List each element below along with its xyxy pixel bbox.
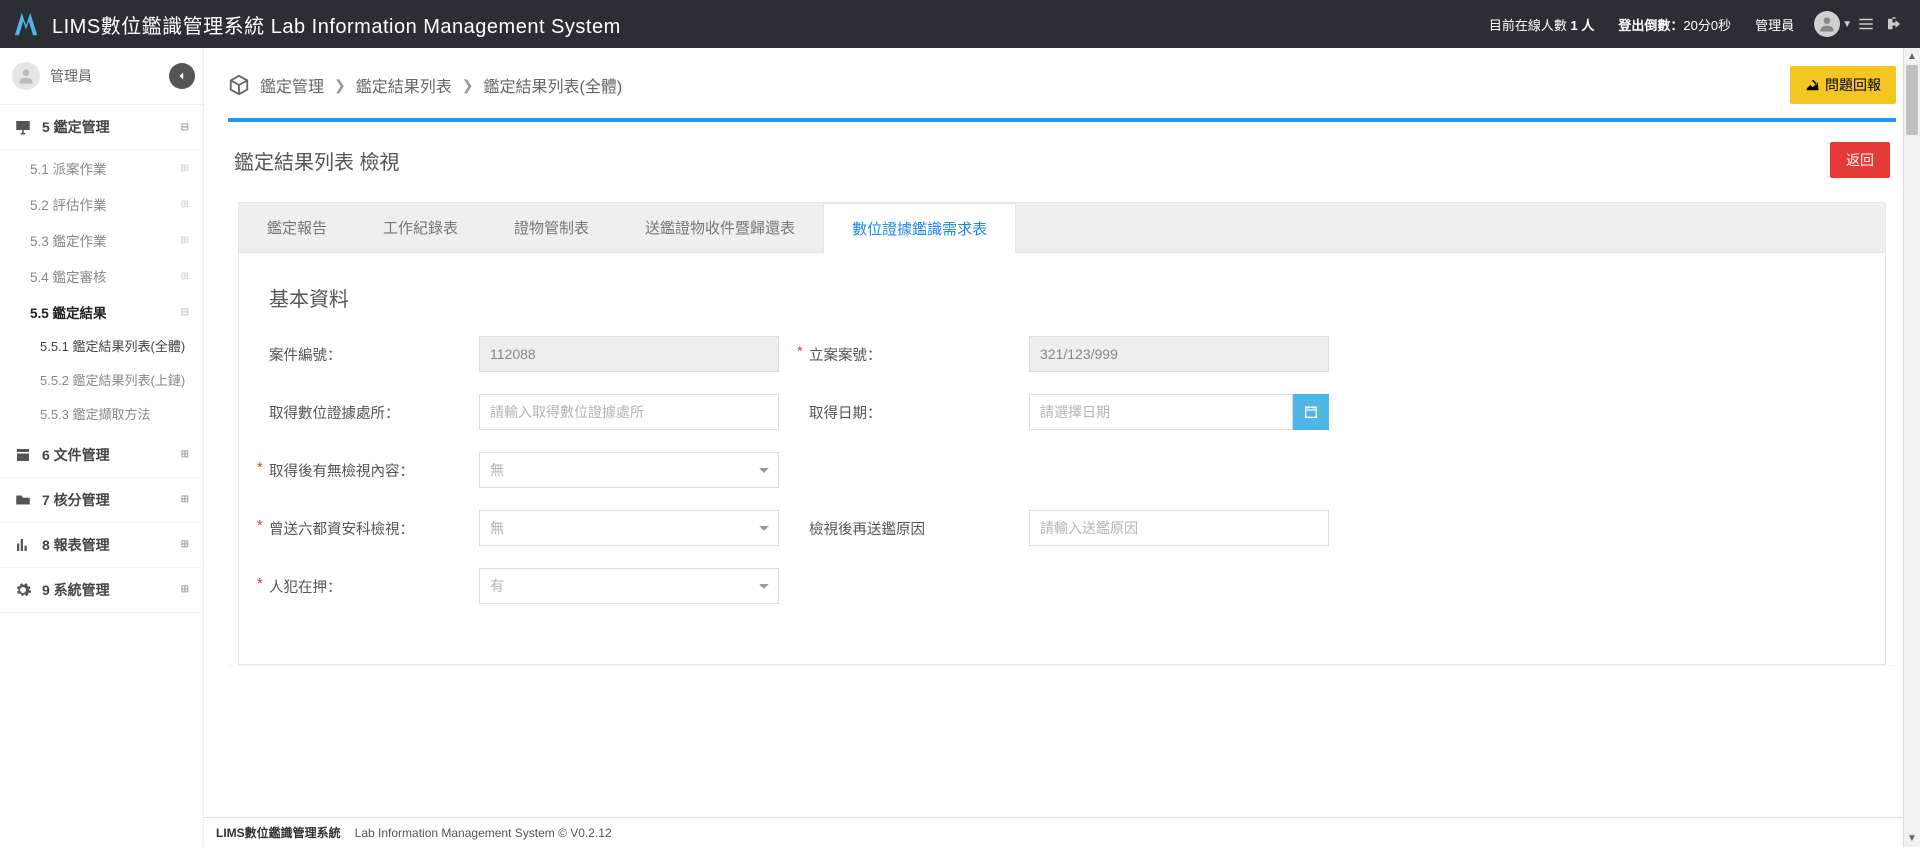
avatar-icon bbox=[12, 62, 40, 90]
footer-brand: LIMS數位鑑識管理系統 bbox=[216, 824, 341, 841]
chevron-right-icon: ❯ bbox=[334, 77, 346, 94]
tab-worklog[interactable]: 工作紀錄表 bbox=[355, 203, 486, 252]
online-users: 目前在線人數 1 人 bbox=[1489, 15, 1594, 34]
nav-section-9-label: 9 系統管理 bbox=[42, 580, 110, 600]
select-sent6[interactable]: 無 bbox=[479, 510, 779, 546]
plus-icon: ⊞ bbox=[181, 584, 189, 595]
input-evidence-place[interactable] bbox=[479, 394, 779, 430]
topbar: LIMS數位鑑識管理系統 Lab Information Management … bbox=[0, 0, 1920, 48]
chart-icon bbox=[14, 536, 34, 554]
input-resend-reason[interactable] bbox=[1029, 510, 1329, 546]
tab-receive-return[interactable]: 送鑑證物收件暨歸還表 bbox=[617, 203, 823, 252]
label-evidence-place: 取得數位證據處所： bbox=[269, 394, 449, 423]
plus-icon: ⊞ bbox=[181, 449, 189, 460]
plus-icon: ⊞ bbox=[181, 163, 189, 174]
scroll-up-icon[interactable]: ▲ bbox=[1904, 48, 1920, 65]
panel-title: 鑑定結果列表 檢視 bbox=[234, 146, 400, 175]
label-sent6: 曾送六都資安科檢視： bbox=[269, 510, 449, 539]
breadcrumb-b[interactable]: 鑑定結果列表 bbox=[356, 73, 452, 97]
nav-item-5-3[interactable]: 5.3 鑑定作業⊞ bbox=[0, 222, 203, 258]
menu-icon[interactable] bbox=[1852, 15, 1880, 33]
main: 鑑定管理 ❯ 鑑定結果列表 ❯ 鑑定結果列表(全體) 問題回報 鑑定結果列表 檢… bbox=[204, 48, 1920, 847]
file-icon bbox=[14, 446, 34, 464]
input-filed-no bbox=[1029, 336, 1329, 372]
issue-report-button[interactable]: 問題回報 bbox=[1790, 66, 1896, 104]
sidebar-collapse-button[interactable] bbox=[169, 63, 195, 89]
user-menu[interactable] bbox=[1814, 11, 1840, 37]
nav-section-6-label: 6 文件管理 bbox=[42, 445, 110, 465]
plus-icon: ⊞ bbox=[181, 199, 189, 210]
plus-icon: ⊞ bbox=[181, 539, 189, 550]
app-logo bbox=[12, 10, 40, 38]
panel: 鑑定結果列表 檢視 返回 鑑定報告 工作紀錄表 證物管制表 送鑑證物收件暨歸還表… bbox=[228, 118, 1896, 665]
label-filed-no: 立案案號： bbox=[809, 336, 999, 365]
plus-icon: ⊞ bbox=[181, 494, 189, 505]
nav-section-8[interactable]: 8 報表管理 ⊞ bbox=[0, 523, 203, 568]
nav-item-5-5[interactable]: 5.5 鑑定結果⊟ bbox=[0, 294, 203, 330]
nav-item-5-1[interactable]: 5.1 派案作業⊞ bbox=[0, 150, 203, 186]
nav-section-5-label: 5 鑑定管理 bbox=[42, 117, 110, 137]
cube-icon bbox=[228, 74, 250, 96]
logout-countdown: 登出倒數：20分0秒 bbox=[1618, 15, 1731, 34]
label-obtain-date: 取得日期： bbox=[809, 394, 999, 423]
label-resend-reason: 檢視後再送鑑原因 bbox=[809, 510, 999, 539]
date-picker-button[interactable] bbox=[1293, 394, 1329, 430]
scroll-thumb[interactable] bbox=[1906, 65, 1918, 135]
footer-version: Lab Information Management System © V0.2… bbox=[355, 826, 612, 840]
tab-digital-evidence-request[interactable]: 數位證據鑑識需求表 bbox=[823, 203, 1016, 253]
sidebar-username: 管理員 bbox=[50, 66, 92, 86]
minus-icon: ⊟ bbox=[181, 122, 189, 133]
logout-icon[interactable] bbox=[1880, 15, 1908, 33]
breadcrumb-a[interactable]: 鑑定管理 bbox=[260, 73, 324, 97]
breadcrumb: 鑑定管理 ❯ 鑑定結果列表 ❯ 鑑定結果列表(全體) 問題回報 bbox=[204, 48, 1920, 118]
nav-sub-5-5-3[interactable]: 5.5.3 鑑定擷取方法 bbox=[0, 398, 203, 432]
nav-item-5-4[interactable]: 5.4 鑑定審核⊞ bbox=[0, 258, 203, 294]
footer: LIMS數位鑑識管理系統 Lab Information Management … bbox=[204, 817, 1920, 847]
nav-sub-5-5-1[interactable]: 5.5.1 鑑定結果列表(全體) bbox=[0, 330, 203, 364]
chevron-right-icon: ❯ bbox=[462, 77, 474, 94]
gear-icon bbox=[14, 581, 34, 599]
label-detained: 人犯在押： bbox=[269, 568, 449, 597]
label-viewed: 取得後有無檢視內容： bbox=[269, 452, 449, 481]
nav-sub-5-5-2[interactable]: 5.5.2 鑑定結果列表(上鏈) bbox=[0, 364, 203, 398]
current-role: 管理員 bbox=[1755, 15, 1794, 34]
monitor-icon bbox=[14, 118, 34, 136]
caret-down-icon: ▼ bbox=[1842, 19, 1852, 30]
plus-icon: ⊞ bbox=[181, 235, 189, 246]
sidebar: 管理員 5 鑑定管理 ⊟ 5.1 派案作業⊞ 5.2 評估作業⊞ 5.3 鑑定作… bbox=[0, 48, 204, 847]
nav-section-5[interactable]: 5 鑑定管理 ⊟ bbox=[0, 105, 203, 150]
tab-pane: 基本資料 案件編號： 立案案號： 取得數位證據處所： 取得日期： bbox=[238, 253, 1886, 665]
folder-icon bbox=[14, 491, 34, 509]
breadcrumb-c: 鑑定結果列表(全體) bbox=[484, 73, 623, 97]
nav-section-7-label: 7 核分管理 bbox=[42, 490, 110, 510]
tab-evidence-control[interactable]: 證物管制表 bbox=[486, 203, 617, 252]
plus-icon: ⊞ bbox=[181, 271, 189, 282]
tabs: 鑑定報告 工作紀錄表 證物管制表 送鑑證物收件暨歸還表 數位證據鑑識需求表 bbox=[238, 202, 1886, 253]
minus-icon: ⊟ bbox=[181, 307, 189, 318]
back-button[interactable]: 返回 bbox=[1830, 142, 1890, 178]
scrollbar[interactable]: ▲ ▼ bbox=[1903, 48, 1920, 847]
app-title: LIMS數位鑑識管理系統 Lab Information Management … bbox=[52, 10, 621, 39]
select-detained[interactable]: 有 bbox=[479, 568, 779, 604]
select-viewed[interactable]: 無 bbox=[479, 452, 779, 488]
input-obtain-date[interactable] bbox=[1029, 394, 1293, 430]
nav-section-9[interactable]: 9 系統管理 ⊞ bbox=[0, 568, 203, 613]
form-section-title: 基本資料 bbox=[269, 283, 1855, 312]
nav-section-8-label: 8 報表管理 bbox=[42, 535, 110, 555]
scroll-down-icon[interactable]: ▼ bbox=[1904, 830, 1920, 847]
nav-item-5-2[interactable]: 5.2 評估作業⊞ bbox=[0, 186, 203, 222]
label-case-no: 案件編號： bbox=[269, 336, 449, 365]
nav-section-7[interactable]: 7 核分管理 ⊞ bbox=[0, 478, 203, 523]
nav-section-6[interactable]: 6 文件管理 ⊞ bbox=[0, 433, 203, 478]
sidebar-user[interactable]: 管理員 bbox=[0, 48, 203, 105]
tab-report[interactable]: 鑑定報告 bbox=[239, 203, 355, 252]
input-case-no bbox=[479, 336, 779, 372]
